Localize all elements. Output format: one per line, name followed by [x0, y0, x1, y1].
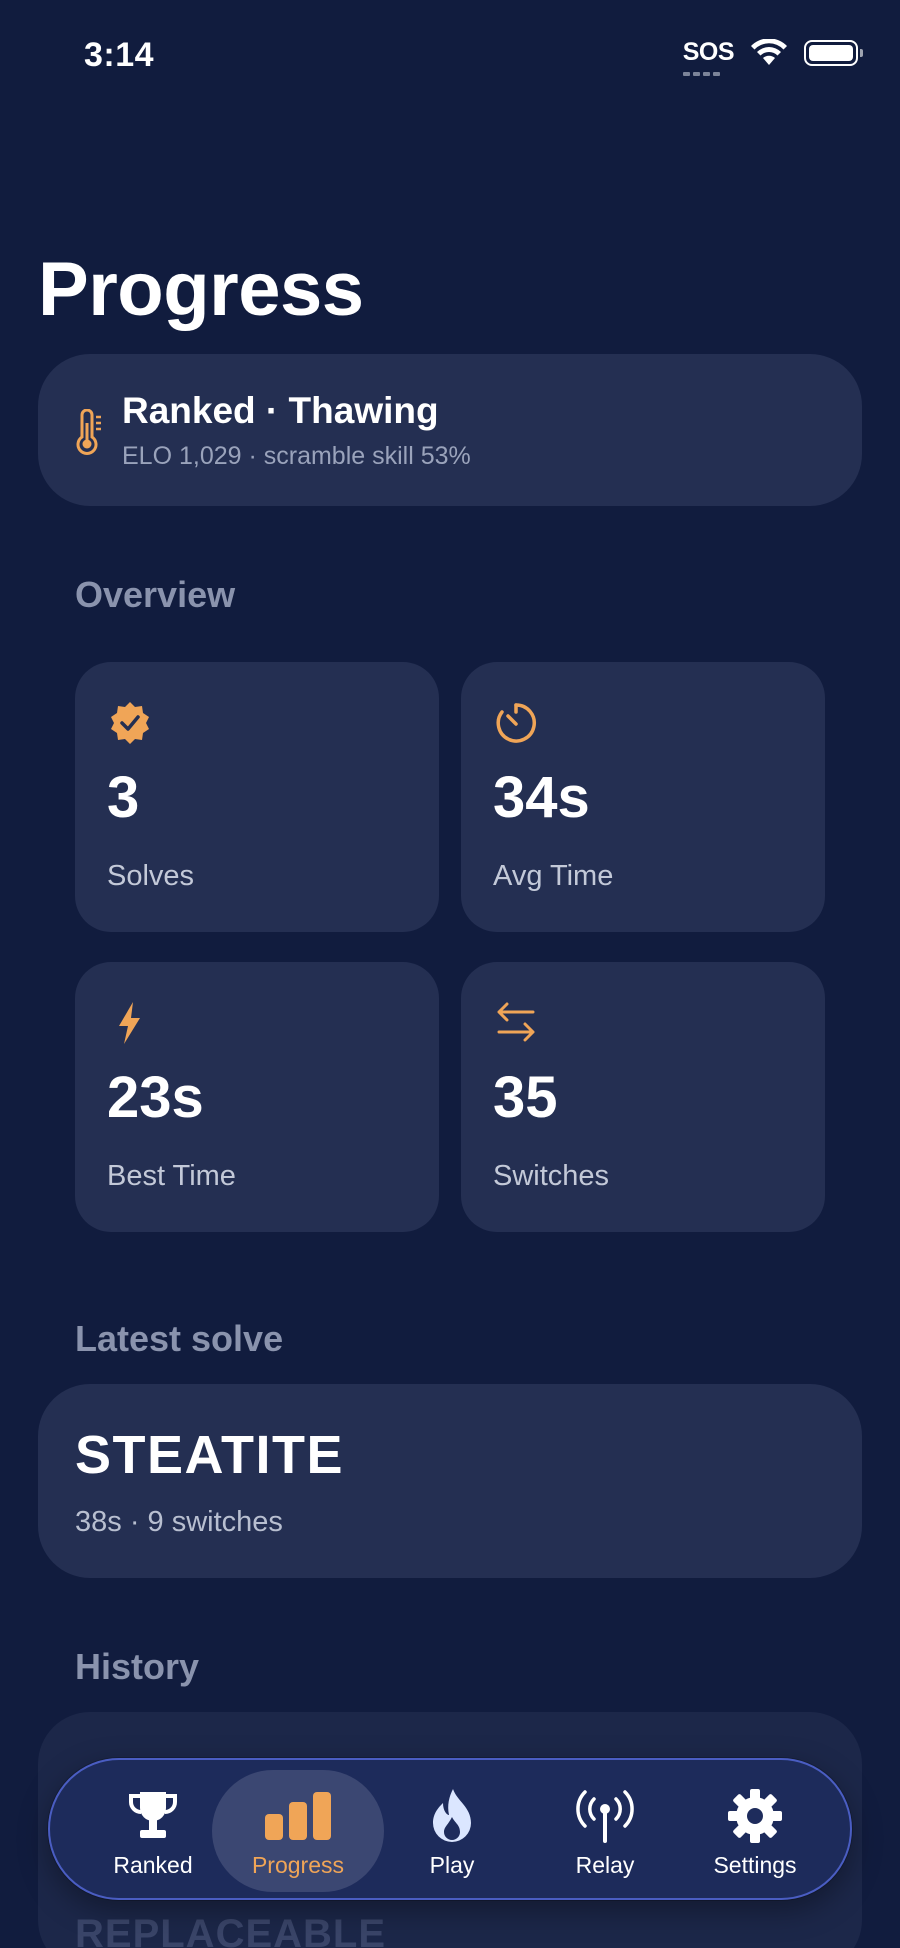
stat-card-best-time: 23s Best Time: [75, 962, 439, 1232]
battery-icon: [804, 39, 863, 66]
overview-heading: Overview: [75, 574, 236, 615]
stat-label: Solves: [107, 860, 195, 892]
stat-value: 23s: [107, 1065, 204, 1130]
wifi-icon: [751, 38, 787, 65]
gear-icon: [728, 1789, 782, 1843]
status-icons: SOS: [682, 38, 863, 76]
history-next-word: REPLACEABLE: [75, 1912, 387, 1948]
sos-indicator: SOS: [682, 38, 735, 76]
rank-status-card[interactable]: Ranked · Thawing ELO 1,029 · scramble sk…: [38, 354, 862, 506]
sos-text: SOS: [682, 38, 735, 66]
latest-solve-word: STEATITE: [75, 1425, 345, 1485]
tab-label: Ranked: [113, 1852, 193, 1878]
stat-card-solves: 3 Solves: [75, 662, 439, 932]
tab-bar: Ranked Progress Play Relay Settings: [48, 1758, 852, 1900]
rank-subtitle: ELO 1,029 · scramble skill 53%: [122, 442, 471, 470]
signal-dots: [682, 72, 720, 76]
latest-solve-heading: Latest solve: [75, 1318, 284, 1359]
rank-title: Ranked · Thawing: [122, 390, 439, 431]
flame-icon: [433, 1789, 471, 1842]
trophy-icon: [129, 1792, 177, 1838]
tab-relay[interactable]: Relay: [520, 1760, 690, 1902]
tab-progress[interactable]: Progress: [212, 1770, 384, 1892]
tab-label: Play: [429, 1852, 475, 1878]
antenna-icon: [576, 1790, 634, 1843]
stat-card-avg-time: 34s Avg Time: [461, 662, 825, 932]
tab-label: Relay: [575, 1852, 635, 1878]
bar-chart-icon: [265, 1792, 331, 1840]
timer-icon: [496, 703, 536, 743]
stat-label: Best Time: [107, 1160, 236, 1192]
history-heading: History: [75, 1646, 200, 1687]
arrows-swap-icon: [497, 1002, 535, 1042]
page-title: Progress: [38, 247, 364, 332]
stat-label: Switches: [493, 1160, 610, 1192]
status-time: 3:14: [84, 36, 155, 74]
stat-value: 3: [107, 765, 140, 830]
latest-solve-meta: 38s · 9 switches: [75, 1506, 283, 1538]
lightning-icon: [119, 1002, 140, 1044]
progress-screen: 3:14 SOS Progress Ranked · Thawing ELO 1…: [0, 0, 900, 1948]
stat-label: Avg Time: [493, 860, 614, 892]
verified-badge-icon: [111, 702, 149, 744]
tab-label: Settings: [713, 1852, 797, 1878]
stat-card-switches: 35 Switches: [461, 962, 825, 1232]
tab-label: Progress: [251, 1852, 345, 1878]
latest-solve-card[interactable]: STEATITE 38s · 9 switches: [38, 1384, 862, 1578]
thermometer-icon: [76, 409, 101, 455]
stat-value: 34s: [493, 765, 590, 830]
tab-settings[interactable]: Settings: [670, 1760, 840, 1902]
stat-value: 35: [493, 1065, 558, 1130]
tab-play[interactable]: Play: [367, 1760, 537, 1902]
